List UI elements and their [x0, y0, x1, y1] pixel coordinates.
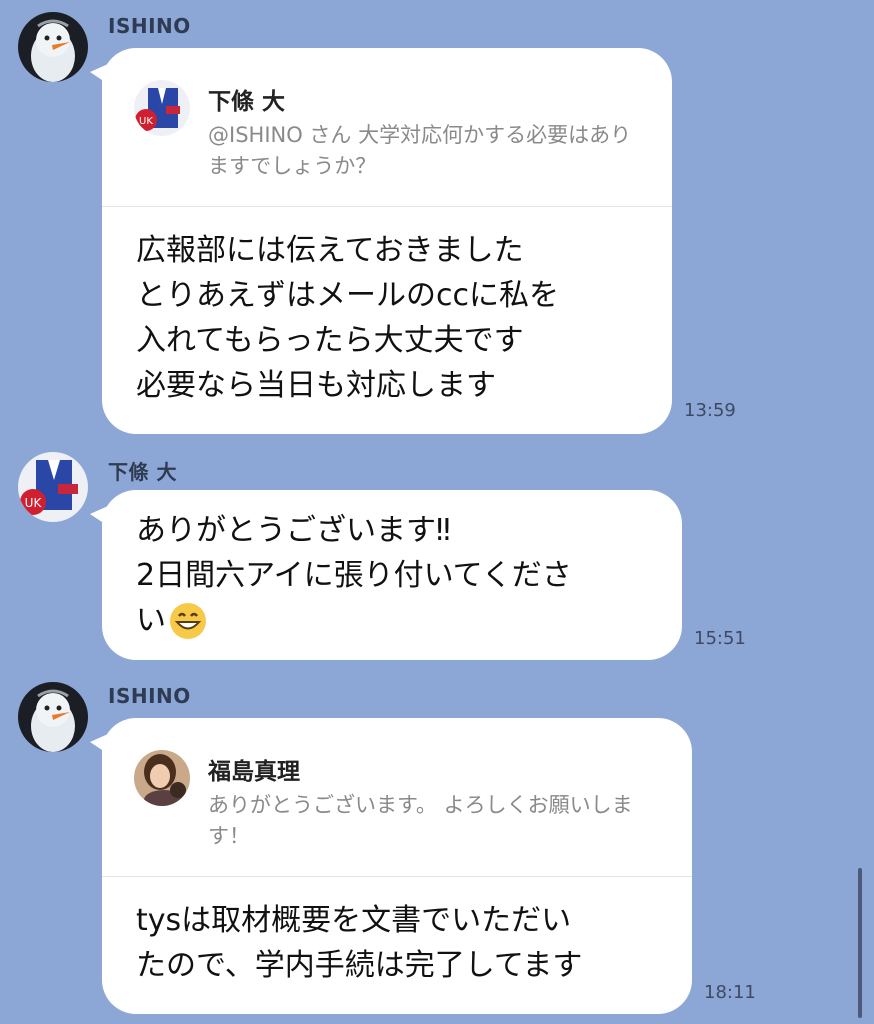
message-timestamp: 18:11 — [704, 982, 756, 1003]
snowman-mask-icon — [18, 682, 88, 752]
ishino-avatar[interactable] — [18, 12, 88, 82]
svg-text:UK: UK — [139, 116, 153, 127]
sender-name: ISHINO — [108, 684, 191, 708]
quoted-user-avatar — [134, 750, 190, 806]
person-photo-icon — [134, 750, 190, 806]
quoted-user-name: 下條 大 — [208, 89, 286, 115]
bubble-tail — [90, 506, 108, 526]
message-line: とりあえずはメールのccに私を — [136, 278, 559, 313]
scrollbar[interactable] — [858, 868, 862, 1018]
message-bubble[interactable]: ありがとうございます‼︎ 2日間六アイに張り付いてくださ い — [90, 490, 682, 660]
message-line: 必要なら当日も対応します — [136, 368, 496, 403]
sender-name: 下條 大 — [108, 460, 177, 484]
svg-text:UK: UK — [25, 496, 43, 510]
message-line: tysは取材概要を文書でいただい — [136, 903, 572, 938]
message-line: い — [136, 598, 658, 643]
uniform-avatar-icon: UK — [18, 452, 88, 522]
snowman-mask-icon — [18, 12, 88, 82]
message-line: たので、学内手続は完了してます — [136, 948, 583, 983]
uniform-avatar-icon: UK — [134, 80, 190, 136]
ishino-avatar[interactable] — [18, 682, 88, 752]
bubble-tail — [90, 64, 108, 84]
message-bubble[interactable]: 福島真理 ありがとうございます。 よろしくお願いします！ tysは取材概要を文書… — [90, 718, 692, 1014]
message-timestamp: 13:59 — [684, 400, 736, 421]
grinning-face-emoji-icon — [170, 602, 206, 639]
message-line: 広報部には伝えておきました — [136, 233, 524, 268]
quote-divider — [102, 206, 672, 207]
quoted-user-avatar: UK — [134, 80, 190, 136]
message-line: 2日間六アイに張り付いてくださ — [136, 558, 572, 593]
message-line: ありがとうございます‼︎ — [136, 513, 451, 548]
quote-divider — [102, 876, 692, 877]
quoted-text: @ISHINO さん 大学対応何かする必要はありますでしょうか？ — [208, 123, 632, 178]
sender-name: ISHINO — [108, 14, 191, 38]
shimojo-avatar[interactable]: UK — [18, 452, 88, 522]
message-timestamp: 15:51 — [694, 628, 746, 649]
message-text: tysは取材概要を文書でいただい たので、学内手続は完了してます — [136, 898, 668, 988]
message-text: ありがとうございます‼︎ 2日間六アイに張り付いてくださ い — [136, 508, 658, 643]
message-text: 広報部には伝えておきました とりあえずはメールのccに私を 入れてもらったら大丈… — [136, 228, 648, 408]
message-line-text: い — [136, 603, 166, 638]
quoted-user-name: 福島真理 — [208, 759, 300, 785]
chat-screen: { "messages": [ { "sender": "ISHINO", "r… — [0, 0, 874, 1024]
message-bubble[interactable]: UK 下條 大 @ISHINO さん 大学対応何かする必要はありますでしょうか？… — [90, 48, 672, 434]
quoted-text: ありがとうございます。 よろしくお願いします！ — [208, 793, 633, 848]
bubble-tail — [90, 734, 108, 754]
message-line: 入れてもらったら大丈夫です — [136, 323, 524, 358]
